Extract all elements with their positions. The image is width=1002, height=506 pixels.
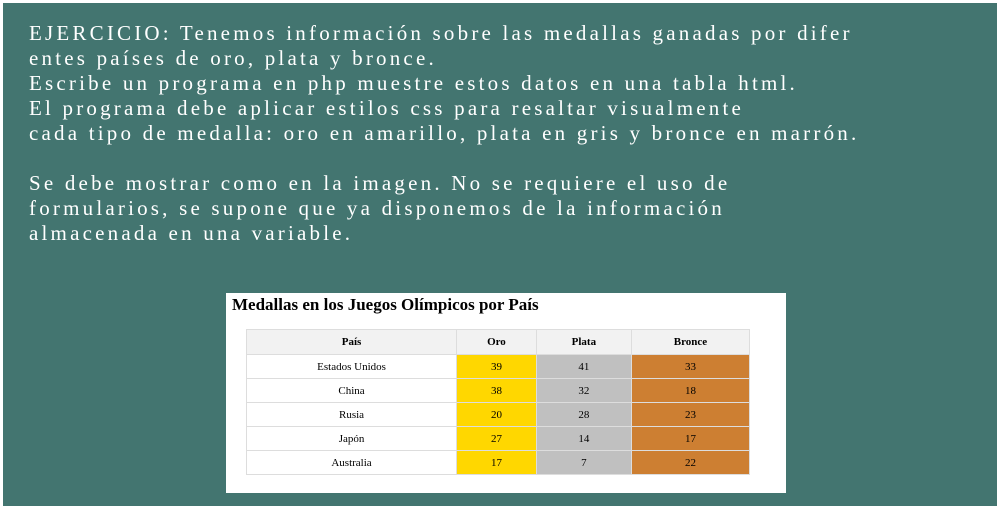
statement-line: formularios, se supone que ya disponemos… <box>29 196 725 220</box>
header-gold: Oro <box>456 329 537 355</box>
silver-cell: 14 <box>535 426 632 451</box>
gold-cell: 39 <box>456 354 537 379</box>
medal-table: País Oro Plata Bronce Estados Unidos 39 … <box>245 329 751 475</box>
table-row: Japón 27 14 17 <box>245 426 751 451</box>
bronze-cell: 22 <box>630 450 751 475</box>
country-cell: Australia <box>245 450 458 475</box>
statement-line: Se debe mostrar como en la imagen. No se… <box>29 171 731 195</box>
bronze-cell: 17 <box>630 426 751 451</box>
statement-line: EJERCICIO: Tenemos información sobre las… <box>29 21 853 45</box>
gold-cell: 20 <box>456 402 537 427</box>
table-row: Estados Unidos 39 41 33 <box>245 354 751 379</box>
country-cell: Estados Unidos <box>245 354 458 379</box>
table-row: China 38 32 18 <box>245 378 751 403</box>
slide-background: EJERCICIO: Tenemos información sobre las… <box>3 3 997 506</box>
table-row: Australia 17 7 22 <box>245 450 751 475</box>
country-cell: Japón <box>245 426 458 451</box>
silver-cell: 7 <box>535 450 632 475</box>
bronze-cell: 33 <box>630 354 751 379</box>
table-row: Rusia 20 28 23 <box>245 402 751 427</box>
exercise-statement: EJERCICIO: Tenemos información sobre las… <box>29 21 979 246</box>
header-bronze: Bronce <box>630 329 751 355</box>
medal-table-panel: Medallas en los Juegos Olímpicos por Paí… <box>226 293 786 493</box>
country-cell: Rusia <box>245 402 458 427</box>
bronze-cell: 18 <box>630 378 751 403</box>
header-country: País <box>245 329 458 355</box>
statement-line: El programa debe aplicar estilos css par… <box>29 96 745 120</box>
silver-cell: 32 <box>535 378 632 403</box>
gold-cell: 17 <box>456 450 537 475</box>
silver-cell: 41 <box>535 354 632 379</box>
header-silver: Plata <box>535 329 632 355</box>
statement-line: cada tipo de medalla: oro en amarillo, p… <box>29 121 860 145</box>
statement-line: Escribe un programa en php muestre estos… <box>29 71 799 95</box>
table-header-row: País Oro Plata Bronce <box>245 329 751 355</box>
statement-line: entes países de oro, plata y bronce. <box>29 46 437 70</box>
silver-cell: 28 <box>535 402 632 427</box>
statement-line: almacenada en una variable. <box>29 221 354 245</box>
table-title: Medallas en los Juegos Olímpicos por Paí… <box>232 295 539 314</box>
country-cell: China <box>245 378 458 403</box>
bronze-cell: 23 <box>630 402 751 427</box>
gold-cell: 27 <box>456 426 537 451</box>
gold-cell: 38 <box>456 378 537 403</box>
